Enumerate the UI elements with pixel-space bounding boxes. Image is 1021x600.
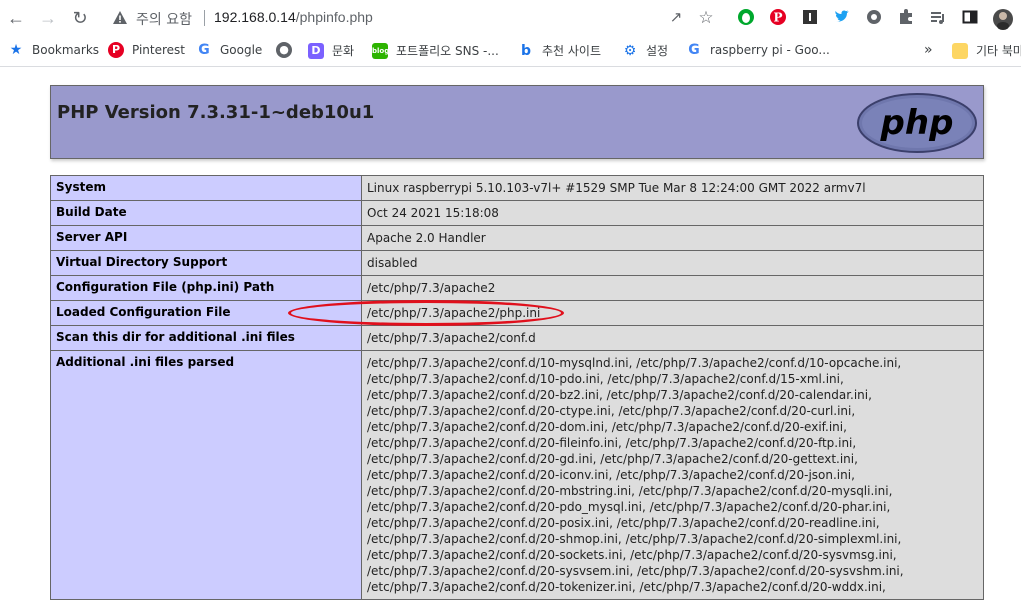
php-version-header: PHP Version 7.3.31-1~deb10u1 php (50, 85, 984, 159)
more-bookmarks-chevron-icon[interactable]: » (924, 42, 933, 60)
evernote-extension-icon[interactable] (736, 8, 756, 28)
settings-extension-icon[interactable] (864, 8, 884, 28)
bookmark-label: 문화 (332, 44, 355, 58)
daum-icon: D (308, 42, 324, 59)
twitter-extension-icon[interactable] (832, 8, 852, 28)
row-key: Server API (50, 225, 362, 251)
bookmark-item-portfolio[interactable]: blog 포트폴리오 SNS -... (372, 42, 499, 60)
ini-line: /etc/php/7.3/apache2/conf.d/20-dom.ini, … (367, 420, 847, 434)
row-value: /etc/php/7.3/apache2 (361, 275, 984, 301)
url-text[interactable]: 192.168.0.14/phpinfo.php (214, 9, 373, 25)
reload-icon[interactable]: ↻ (68, 6, 92, 30)
php-info-table: System Linux raspberrypi 5.10.103-v7l+ #… (50, 175, 984, 600)
ini-line: /etc/php/7.3/apache2/conf.d/10-pdo.ini, … (367, 372, 844, 386)
row-value: Linux raspberrypi 5.10.103-v7l+ #1529 SM… (361, 175, 984, 201)
google-icon: G (688, 42, 700, 58)
ini-line: /etc/php/7.3/apache2/conf.d/20-pdo_mysql… (367, 500, 891, 514)
bookmark-label: raspberry pi - Goo... (710, 43, 830, 57)
ini-line: /etc/php/7.3/apache2/conf.d/20-shmop.ini… (367, 532, 902, 546)
bookmark-label: 포트폴리오 SNS -... (396, 44, 499, 58)
blog-icon: blog (372, 42, 389, 59)
ini-line: /etc/php/7.3/apache2/conf.d/20-mbstring.… (367, 484, 893, 498)
table-row: Build Date Oct 24 2021 15:18:08 (50, 200, 984, 226)
forward-arrow-icon[interactable]: → (36, 6, 60, 30)
table-row: Server API Apache 2.0 Handler (50, 225, 984, 251)
bookmark-label: 추천 사이트 (542, 44, 602, 58)
bing-icon: b (520, 42, 532, 59)
row-key: Build Date (50, 200, 362, 226)
bookmark-item-globe[interactable]: ● (276, 42, 300, 60)
extensions-puzzle-icon[interactable] (896, 8, 916, 28)
highlight-oval-annotation (288, 300, 564, 326)
ini-line: /etc/php/7.3/apache2/conf.d/20-fileinfo.… (367, 436, 857, 450)
url-path: /phpinfo.php (295, 9, 373, 25)
bookmark-star-icon[interactable]: ☆ (696, 8, 716, 28)
bookmark-item-culture[interactable]: D 문화 (308, 42, 354, 60)
row-key: Additional .ini files parsed (50, 350, 362, 600)
ini-line: /etc/php/7.3/apache2/conf.d/20-iconv.ini… (367, 468, 855, 482)
bookmark-item-pinterest[interactable]: P Pinterest (108, 42, 185, 60)
share-icon[interactable]: ↗ (666, 8, 686, 28)
back-arrow-icon[interactable]: ← (4, 6, 28, 30)
address-separator (204, 10, 205, 26)
table-row: Additional .ini files parsed /etc/php/7.… (50, 350, 984, 600)
browser-toolbar: ← → ↻ 주의 요함 192.168.0.14/phpinfo.php ↗ ☆… (0, 0, 1021, 36)
bookmark-item-raspberry[interactable]: Graspberry pi - Goo... (686, 42, 830, 60)
ini-line: /etc/php/7.3/apache2/conf.d/10-mysqlnd.i… (367, 356, 902, 370)
bookmark-item-google[interactable]: G Google (196, 42, 262, 60)
php-logo-icon: php (857, 93, 977, 153)
instapaper-extension-icon[interactable] (800, 8, 820, 28)
google-icon: G (198, 42, 210, 58)
address-bar[interactable]: 주의 요함 192.168.0.14/phpinfo.php (100, 4, 728, 32)
row-value: disabled (361, 250, 984, 276)
page-title: PHP Version 7.3.31-1~deb10u1 (57, 102, 375, 123)
bookmark-label: 설정 (646, 44, 669, 58)
bookmark-label: Bookmarks (32, 43, 100, 57)
ini-line: /etc/php/7.3/apache2/conf.d/20-sockets.i… (367, 548, 897, 562)
php-logo-text: php (880, 103, 954, 143)
other-bookmarks-label: 기타 북마 (976, 44, 1021, 58)
pinterest-extension-icon[interactable]: P (768, 8, 788, 28)
folder-icon (952, 42, 968, 59)
ini-line: /etc/php/7.3/apache2/conf.d/20-ctype.ini… (367, 404, 856, 418)
bookmark-item-bookmarks[interactable]: ★ Bookmarks (8, 42, 99, 60)
row-value: Apache 2.0 Handler (361, 225, 984, 251)
ini-line: /etc/php/7.3/apache2/conf.d/20-bz2.ini, … (367, 388, 872, 402)
row-value: Oct 24 2021 15:18:08 (361, 200, 984, 226)
ini-line: /etc/php/7.3/apache2/conf.d/20-sysvsem.i… (367, 564, 904, 578)
table-row: Virtual Directory Support disabled (50, 250, 984, 276)
table-row: Configuration File (php.ini) Path /etc/p… (50, 275, 984, 301)
row-key: Virtual Directory Support (50, 250, 362, 276)
ini-line: /etc/php/7.3/apache2/conf.d/20-posix.ini… (367, 516, 880, 530)
media-playlist-icon[interactable] (928, 8, 948, 28)
gear-icon: ⚙ (623, 42, 637, 59)
ini-line: /etc/php/7.3/apache2/conf.d/20-gd.ini, /… (367, 452, 858, 466)
table-row: System Linux raspberrypi 5.10.103-v7l+ #… (50, 175, 984, 201)
table-row: Scan this dir for additional .ini files … (50, 325, 984, 351)
svg-text:P: P (773, 11, 782, 25)
side-panel-icon[interactable] (960, 8, 980, 28)
additional-ini-list: /etc/php/7.3/apache2/conf.d/10-mysqlnd.i… (361, 350, 984, 600)
row-key: Scan this dir for additional .ini files (50, 325, 362, 351)
star-icon: ★ (9, 42, 23, 58)
globe-icon: ● (276, 42, 292, 58)
not-secure-label[interactable]: 주의 요함 (136, 9, 192, 29)
row-key: System (50, 175, 362, 201)
ini-line: /etc/php/7.3/apache2/conf.d/20-tokenizer… (367, 580, 886, 594)
bookmark-label: Pinterest (132, 43, 186, 57)
row-key: Configuration File (php.ini) Path (50, 275, 362, 301)
bookmark-label: Google (220, 43, 263, 57)
pinterest-icon: P (108, 42, 124, 58)
bookmark-item-recommended[interactable]: b 추천 사이트 (518, 42, 601, 60)
page-content: PHP Version 7.3.31-1~deb10u1 php System … (0, 67, 1021, 600)
bookmarks-bar: ★ Bookmarks P Pinterest G Google ● D 문화 blog… (0, 36, 1021, 67)
bookmark-item-settings[interactable]: ⚙ 설정 (622, 42, 668, 60)
url-host: 192.168.0.14 (214, 9, 296, 25)
other-bookmarks-folder[interactable]: 기타 북마 (952, 42, 1021, 60)
profile-avatar[interactable] (992, 8, 1013, 30)
warning-icon[interactable] (112, 10, 128, 26)
row-value: /etc/php/7.3/apache2/conf.d (361, 325, 984, 351)
